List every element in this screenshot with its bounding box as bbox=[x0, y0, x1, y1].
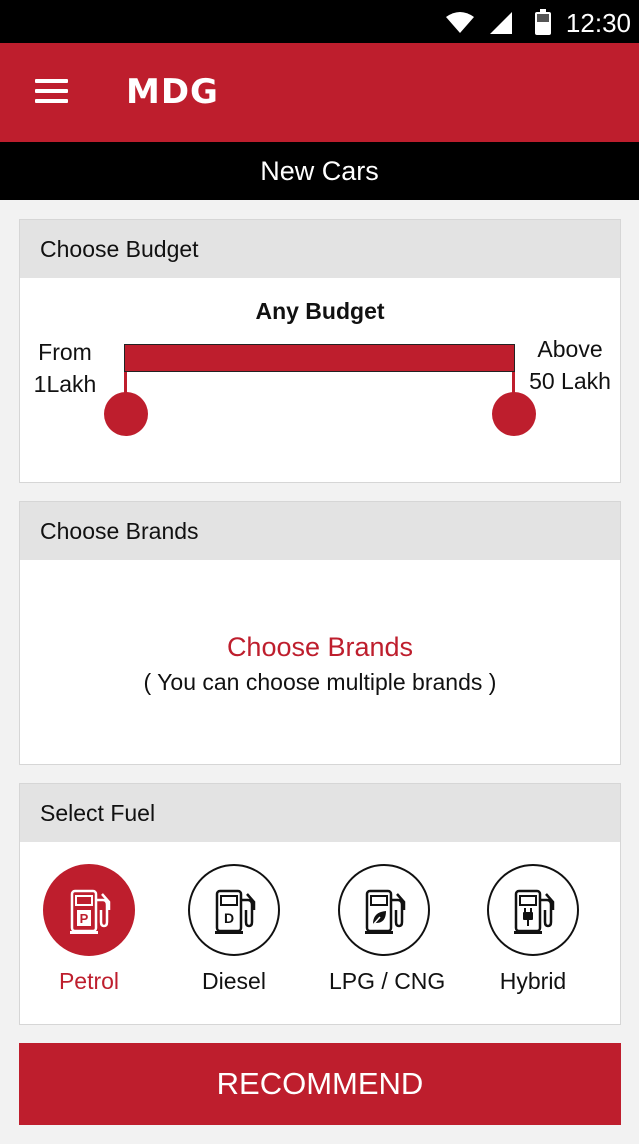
fuel-pump-leaf-icon bbox=[338, 864, 430, 956]
fuel-label-petrol: Petrol bbox=[58, 968, 120, 994]
clock-time: 12:30 bbox=[565, 8, 631, 38]
fuel-option-diesel[interactable]: D Diesel bbox=[179, 864, 289, 995]
budget-max-line2: 50 Lakh bbox=[529, 368, 611, 394]
wifi-icon bbox=[446, 12, 474, 33]
brands-header: Choose Brands bbox=[20, 502, 620, 560]
budget-max-line1: Above bbox=[537, 336, 603, 362]
fuel-pump-petrol-icon: P bbox=[43, 864, 135, 956]
min-handle-stem bbox=[124, 372, 127, 394]
budget-max-label: Above 50 Lakh bbox=[528, 333, 612, 397]
fuel-label-lpg-cng: LPG / CNG bbox=[329, 968, 446, 994]
budget-header: Choose Budget bbox=[20, 220, 620, 278]
app-logo: MDG bbox=[126, 72, 219, 112]
fuel-pump-diesel-icon: D bbox=[188, 864, 280, 956]
budget-value-title: Any Budget bbox=[255, 298, 385, 324]
max-handle-stem bbox=[512, 372, 515, 394]
budget-min-label: From 1Lakh bbox=[33, 336, 97, 400]
fuel-label-hybrid: Hybrid bbox=[499, 968, 567, 994]
svg-text:P: P bbox=[80, 911, 89, 926]
fuel-header: Select Fuel bbox=[20, 784, 620, 842]
fuel-card: Select Fuel P Petrol D Diesel LPG / CNG … bbox=[19, 783, 621, 1025]
budget-min-handle[interactable] bbox=[104, 392, 148, 436]
fuel-option-petrol[interactable]: P Petrol bbox=[34, 864, 144, 995]
fuel-label-diesel: Diesel bbox=[202, 968, 266, 994]
app-bar: MDG bbox=[0, 43, 639, 142]
budget-min-line1: From bbox=[38, 339, 92, 365]
choose-brands-link[interactable]: Choose Brands bbox=[20, 632, 620, 663]
recommend-button[interactable]: RECOMMEND bbox=[19, 1043, 621, 1125]
page-title: New Cars bbox=[0, 142, 639, 200]
budget-max-handle[interactable] bbox=[492, 392, 536, 436]
svg-text:D: D bbox=[224, 910, 234, 926]
brands-card: Choose Brands Choose Brands ( You can ch… bbox=[19, 501, 621, 765]
fuel-option-hybrid[interactable]: Hybrid bbox=[478, 864, 588, 995]
budget-card: Choose Budget Any Budget From 1Lakh Abov… bbox=[19, 219, 621, 483]
budget-range-track[interactable] bbox=[124, 344, 515, 372]
budget-min-line2: 1Lakh bbox=[33, 371, 97, 397]
fuel-pump-plug-icon bbox=[487, 864, 579, 956]
status-bar: 12:30 bbox=[0, 0, 639, 43]
fuel-option-lpg-cng[interactable]: LPG / CNG bbox=[329, 864, 446, 995]
signal-icon bbox=[490, 12, 512, 34]
battery-icon bbox=[535, 9, 551, 35]
brands-hint-text: ( You can choose multiple brands ) bbox=[143, 669, 497, 695]
hamburger-menu-icon[interactable] bbox=[35, 79, 68, 103]
